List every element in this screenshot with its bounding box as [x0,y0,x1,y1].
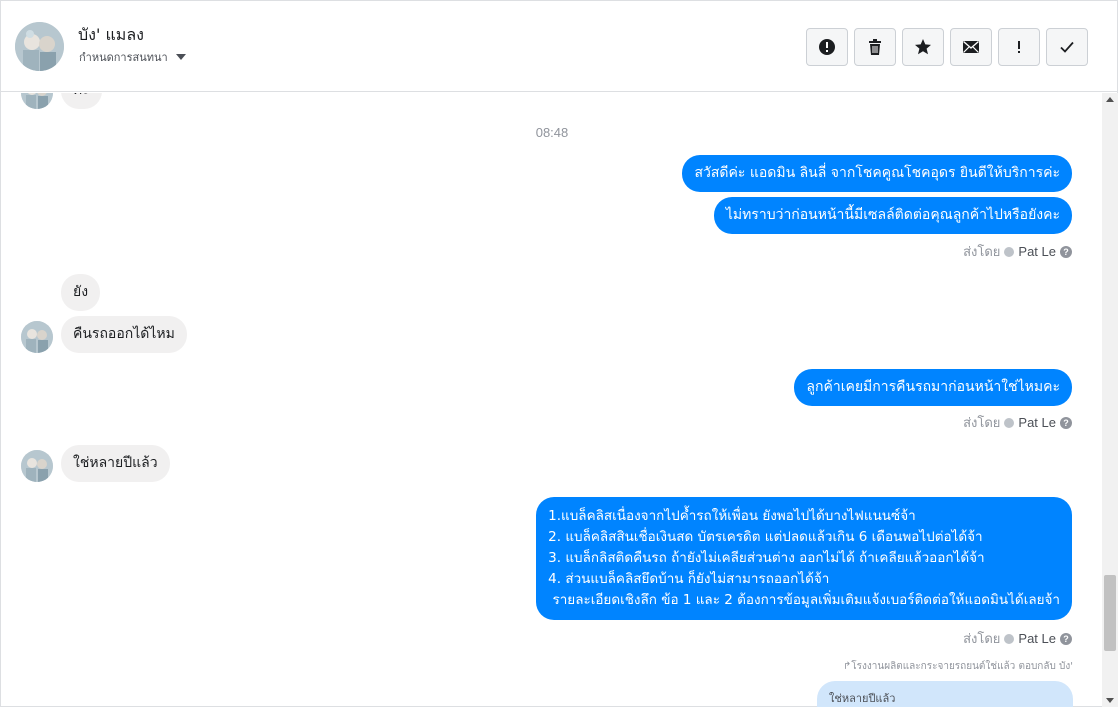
seen-check-icon [1004,417,1015,428]
scroll-thumb[interactable] [1104,575,1116,651]
incoming-message: ค่ะ [61,93,102,109]
seen-check-icon [1004,633,1015,644]
assign-label: กำหนดการสนทนา [79,51,168,64]
envelope-icon [963,40,979,53]
conversation-header: บัง' แมลง กำหนดการสนทนา [1,1,1117,92]
scroll-down-arrow-icon[interactable] [1106,698,1114,703]
sent-by-name[interactable]: Pat Le [1018,631,1056,646]
incoming-message: คืนรถออกได้ไหม [61,316,187,353]
avatar-image [21,321,53,353]
message-scrollbar[interactable] [1102,93,1118,707]
sent-by-label: ส่งโดย [963,631,1001,646]
reply-note: ↱โรงงานผลิตและกระจายรถยนต์ใช่แล้ว ตอบกลั… [843,659,1073,674]
sent-by-label: ส่งโดย [963,244,1001,259]
incoming-message: ยัง [61,274,101,311]
message-list: ค่ะ 08:48 สวัสดีค่ะ แอดมิน ลินลี่ จากโชค… [2,93,1102,707]
avatar-image [21,93,53,109]
conversation-toolbar [806,28,1088,66]
mark-unread-button[interactable] [950,28,992,66]
contact-message-avatar[interactable] [21,93,53,109]
help-icon[interactable]: ? [1060,245,1072,258]
star-button[interactable] [902,28,944,66]
help-icon[interactable]: ? [1060,632,1072,645]
sent-by-name[interactable]: Pat Le [1018,244,1056,259]
assign-conversation-dropdown[interactable]: กำหนดการสนทนา [79,48,186,66]
avatar-image [15,22,64,71]
outgoing-message: ไม่ทราบว่าก่อนหน้านี้มีเซลล์ติดต่อคุณลูก… [713,197,1072,234]
exclamation-circle-icon [819,39,835,55]
outgoing-message: 1.แบล็คลิสเนื่องจากไปค้ำรถให้เพื่อน ยังพ… [536,497,1072,620]
avatar-image [21,450,53,482]
follow-up-button[interactable] [998,28,1040,66]
help-icon[interactable]: ? [1060,416,1072,429]
sent-by-label: ส่งโดย [963,415,1001,430]
message-timestamp: 08:48 [535,125,569,140]
sent-by-name[interactable]: Pat Le [1018,415,1056,430]
sent-by-info: ส่งโดย Pat Le ? [963,628,1072,649]
scroll-up-arrow-icon[interactable] [1106,97,1114,102]
sent-by-info: ส่งโดย Pat Le ? [963,241,1072,262]
star-icon [915,39,931,55]
delete-button[interactable] [854,28,896,66]
done-button[interactable] [1046,28,1088,66]
exclamation-icon [1018,41,1020,53]
reply-note-text: โรงงานผลิตและกระจายรถยนต์ใช่แล้ว ตอบกลับ… [851,661,1073,672]
trash-icon [869,39,881,55]
spam-button[interactable] [806,28,848,66]
contact-message-avatar[interactable] [21,450,53,482]
contact-name[interactable]: บัง' แมลง [78,23,144,48]
checkmark-icon [1060,41,1074,53]
incoming-message: ใช่หลายปีแล้ว [61,445,170,482]
contact-avatar[interactable] [15,22,64,71]
sent-by-info: ส่งโดย Pat Le ? [963,412,1072,433]
reply-preview-text: ใช่หลายปีแล้ว [829,692,896,705]
seen-check-icon [1004,246,1015,257]
replied-message-preview[interactable]: ใช่หลายปีแล้ว [817,681,1073,707]
caret-down-icon [175,54,186,60]
outgoing-message: สวัสดีค่ะ แอดมิน ลินลี่ จากโชคคูณโชคอุดร… [682,155,1072,192]
outgoing-message: ลูกค้าเคยมีการคืนรถมาก่อนหน้าใช่ไหมคะ [794,369,1072,406]
contact-message-avatar[interactable] [21,321,53,353]
conversation-panel: บัง' แมลง กำหนดการสนทนา 08:48 สวัสดีค่ะ … [0,0,1118,707]
